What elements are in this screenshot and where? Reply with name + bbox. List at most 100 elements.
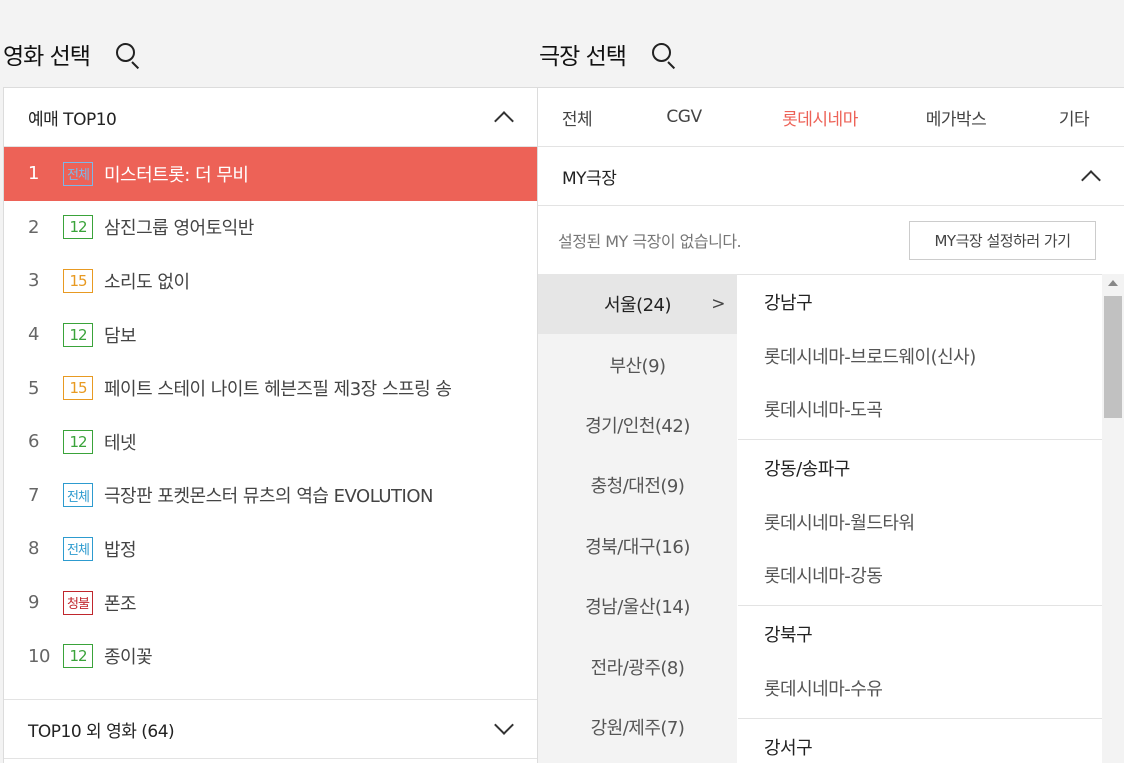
movie-rank: 3 [28, 270, 39, 292]
rating-badge: 12 [63, 322, 93, 347]
movie-list: 1 전체 미스터트롯: 더 무비 2 12 삼진그룹 영어토익반 3 15 소리도 없이 4 12 담… [4, 147, 537, 683]
movie-title: 테넷 [104, 432, 137, 454]
theater-panel: 전체 CGV 롯데시네마 메가박스 기타 MY극장 설정된 MY 극장이 없습니다. M… [538, 87, 1124, 763]
movie-title: 종이꽃 [104, 647, 153, 669]
district-name: 강동/송파구 [764, 458, 850, 480]
top10-header-label: 예매 TOP10 [28, 109, 117, 130]
theater-item[interactable]: 롯데시네마-수유 [738, 661, 1102, 714]
scroll-up-icon[interactable] [1108, 280, 1118, 286]
movie-title: 극장판 포켓몬스터 뮤츠의 역습 EVOLUTION [104, 486, 433, 508]
movie-row[interactable]: 10 12 종이꽃 [4, 629, 537, 683]
movie-row[interactable]: 3 15 소리도 없이 [4, 254, 537, 308]
movie-title: 폰조 [104, 593, 137, 615]
district-group: 강남구롯데시네마-브로드웨이(신사) 롯데시네마-도곡 [738, 274, 1102, 440]
region-label: 강원/제주(7) [590, 717, 685, 739]
rating-badge: 전체 [63, 483, 93, 508]
movie-rank: 8 [28, 538, 39, 560]
scrollbar-thumb[interactable] [1104, 296, 1122, 418]
movie-row[interactable]: 7 전체 극장판 포켓몬스터 뮤츠의 역습 EVOLUTION [4, 469, 537, 523]
district-group: 강동/송파구롯데시네마-월드타워 롯데시네마-강동 [738, 440, 1102, 606]
rating-badge: 12 [63, 429, 93, 454]
region-label: 충청/대전(9) [590, 476, 685, 498]
district-group: 강서구 [738, 719, 1102, 763]
rating-badge: 15 [63, 268, 93, 293]
chevron-up-icon[interactable] [1081, 170, 1101, 190]
rating-badge: 청불 [63, 590, 93, 615]
movie-rank: 9 [28, 592, 39, 614]
theater-section-header: 극장 선택 [539, 36, 678, 72]
tab-chain[interactable]: 메가박스 [888, 105, 1024, 130]
rating-badge: 15 [63, 376, 93, 401]
rating-badge: 12 [63, 644, 93, 669]
movie-row[interactable]: 8 전체 밥정 [4, 522, 537, 576]
district-name: 강남구 [764, 292, 813, 314]
region-label: 경남/울산(14) [585, 597, 690, 619]
region-item[interactable]: 부산(9) [538, 334, 737, 394]
my-theater-body: 설정된 MY 극장이 없습니다. MY극장 설정하러 가기 [538, 206, 1124, 275]
chain-tabs: 전체 CGV 롯데시네마 메가박스 기타 [538, 88, 1124, 147]
theater-item[interactable]: 롯데시네마-월드타워 [738, 495, 1102, 548]
region-item[interactable]: 강원/제주(7) [538, 697, 737, 757]
region-label: 경기/인천(42) [585, 415, 690, 437]
movie-row[interactable]: 4 12 담보 [4, 308, 537, 362]
district-name: 강북구 [764, 624, 813, 646]
region-item[interactable]: 경북/대구(16) [538, 516, 737, 576]
movie-title: 삼진그룹 영어토익반 [104, 218, 254, 240]
theater-section-title: 극장 선택 [539, 44, 627, 70]
theater-item[interactable]: 롯데시네마-브로드웨이(신사) [738, 329, 1102, 382]
movie-section-header: 영화 선택 [3, 36, 142, 72]
movie-panel: 예매 TOP10 1 전체 미스터트롯: 더 무비 2 12 삼진그룹 영어토익반 3 15 소… [3, 87, 538, 763]
district-group: 강북구롯데시네마-수유 [738, 606, 1102, 719]
movie-row[interactable]: 2 12 삼진그룹 영어토익반 [4, 201, 537, 255]
movie-rank: 4 [28, 324, 39, 346]
other-movies-accordion: TOP10 외 영화 (64) [4, 699, 537, 759]
theater-item[interactable]: 롯데시네마-도곡 [738, 382, 1102, 435]
rating-badge: 전체 [63, 161, 93, 186]
tab-chain[interactable]: 전체 [538, 105, 616, 130]
movie-row[interactable]: 6 12 테넷 [4, 415, 537, 469]
region-label: 부산(9) [609, 355, 666, 377]
movie-section-title: 영화 선택 [3, 44, 91, 70]
movie-rank: 2 [28, 216, 39, 238]
movie-title: 미스터트롯: 더 무비 [104, 164, 249, 186]
movie-title: 밥정 [104, 539, 137, 561]
movie-row[interactable]: 5 15 페이트 스테이 나이트 헤븐즈필 제3장 스프링 송 [4, 361, 537, 415]
movie-rank: 1 [28, 163, 39, 185]
region-label: 경북/대구(16) [585, 536, 690, 558]
region-item[interactable]: 서울(24) > [538, 274, 737, 335]
other-movies-label: TOP10 외 영화 (64) [28, 721, 175, 742]
region-label: 서울(24) [603, 295, 672, 317]
tab-chain[interactable]: CGV [616, 107, 752, 127]
district-name: 강서구 [764, 737, 813, 759]
movie-row[interactable]: 1 전체 미스터트롯: 더 무비 [4, 147, 537, 201]
set-my-theater-button[interactable]: MY극장 설정하러 가기 [909, 220, 1096, 260]
chevron-up-icon[interactable] [494, 111, 514, 131]
region-item[interactable]: 경남/울산(14) [538, 576, 737, 636]
movie-rank: 5 [28, 377, 39, 399]
theater-item[interactable]: 롯데시네마-강동 [738, 548, 1102, 601]
movie-rank: 7 [28, 484, 39, 506]
movie-title: 페이트 스테이 나이트 헤븐즈필 제3장 스프링 송 [104, 379, 452, 401]
region-item[interactable]: 경기/인천(42) [538, 395, 737, 455]
rating-badge: 12 [63, 215, 93, 240]
movie-title: 소리도 없이 [104, 271, 190, 293]
my-theater-empty-message: 설정된 MY 극장이 없습니다. [558, 232, 742, 251]
theater-list: 강남구롯데시네마-브로드웨이(신사) 롯데시네마-도곡강동/송파구롯데시네마-월드… [738, 274, 1102, 763]
theater-scrollbar[interactable] [1102, 274, 1124, 763]
chevron-down-icon[interactable] [494, 715, 514, 735]
movie-search-icon[interactable] [112, 39, 142, 70]
region-item[interactable]: 전라/광주(8) [538, 636, 737, 696]
tab-chain[interactable]: 롯데시네마 [752, 105, 888, 130]
region-label: 전라/광주(8) [590, 657, 685, 679]
region-list: 서울(24) > 부산(9) 경기/인천(42) 충청/대전(9) 경북/대구(16) 경남… [538, 274, 737, 763]
my-theater-label: MY극장 [562, 168, 617, 189]
other-movies-header[interactable]: TOP10 외 영화 (64) [4, 700, 537, 759]
movie-title: 담보 [104, 325, 137, 347]
tab-chain[interactable]: 기타 [1024, 105, 1124, 130]
movie-row[interactable]: 9 청불 폰조 [4, 576, 537, 630]
theater-search-icon[interactable] [648, 39, 678, 70]
top10-header[interactable]: 예매 TOP10 [4, 88, 537, 147]
rating-badge: 전체 [63, 536, 93, 561]
my-theater-header[interactable]: MY극장 [538, 147, 1124, 206]
region-item[interactable]: 충청/대전(9) [538, 455, 737, 515]
